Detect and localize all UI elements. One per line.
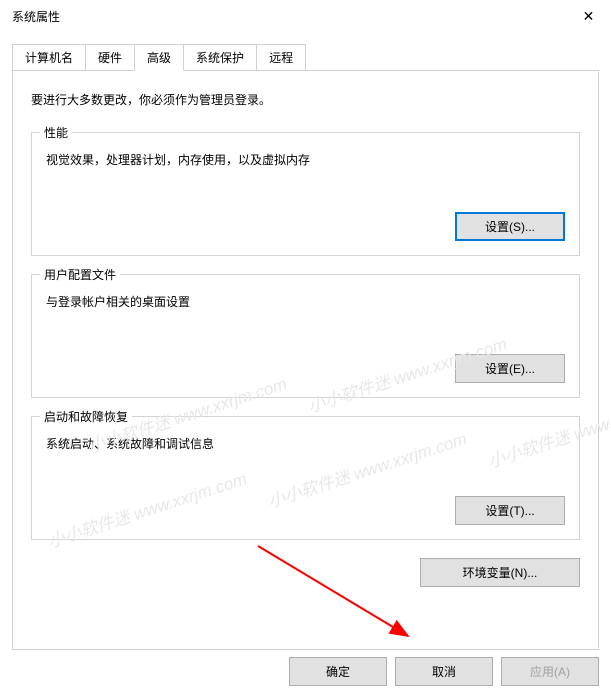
tab-area: 计算机名 硬件 高级 系统保护 远程 要进行大多数更改，你必须作为管理员登录。 …	[0, 44, 611, 650]
startup-recovery-legend: 启动和故障恢复	[40, 408, 132, 425]
env-vars-row: 环境变量(N)...	[31, 558, 580, 587]
user-profiles-btn-row: 设置(E)...	[46, 354, 565, 383]
ok-button[interactable]: 确定	[289, 657, 387, 686]
user-profiles-desc: 与登录帐户相关的桌面设置	[46, 293, 565, 310]
close-icon: ✕	[583, 8, 595, 25]
close-button[interactable]: ✕	[566, 0, 611, 32]
cancel-button[interactable]: 取消	[395, 657, 493, 686]
performance-group: 性能 视觉效果，处理器计划，内存使用，以及虚拟内存 设置(S)...	[31, 132, 580, 256]
tab-remote[interactable]: 远程	[256, 44, 306, 71]
startup-recovery-btn-row: 设置(T)...	[46, 496, 565, 525]
tab-system-protection[interactable]: 系统保护	[183, 44, 257, 71]
tab-content: 要进行大多数更改，你必须作为管理员登录。 性能 视觉效果，处理器计划，内存使用，…	[12, 70, 599, 650]
tabs-row: 计算机名 硬件 高级 系统保护 远程	[12, 44, 599, 71]
startup-recovery-group: 启动和故障恢复 系统启动、系统故障和调试信息 设置(T)...	[31, 416, 580, 540]
user-profiles-settings-button[interactable]: 设置(E)...	[455, 354, 565, 383]
window-title: 系统属性	[12, 8, 60, 25]
performance-settings-button[interactable]: 设置(S)...	[455, 212, 565, 241]
intro-text: 要进行大多数更改，你必须作为管理员登录。	[31, 91, 580, 108]
titlebar: 系统属性 ✕	[0, 0, 611, 32]
startup-recovery-desc: 系统启动、系统故障和调试信息	[46, 435, 565, 452]
performance-legend: 性能	[40, 124, 72, 141]
tab-computer-name[interactable]: 计算机名	[12, 44, 86, 71]
user-profiles-group: 用户配置文件 与登录帐户相关的桌面设置 设置(E)...	[31, 274, 580, 398]
tab-hardware[interactable]: 硬件	[85, 44, 135, 71]
performance-btn-row: 设置(S)...	[46, 212, 565, 241]
performance-desc: 视觉效果，处理器计划，内存使用，以及虚拟内存	[46, 151, 565, 168]
apply-button[interactable]: 应用(A)	[501, 657, 599, 686]
user-profiles-legend: 用户配置文件	[40, 266, 120, 283]
startup-recovery-settings-button[interactable]: 设置(T)...	[455, 496, 565, 525]
bottom-buttons: 确定 取消 应用(A)	[289, 657, 599, 686]
tab-advanced[interactable]: 高级	[134, 44, 184, 71]
environment-variables-button[interactable]: 环境变量(N)...	[420, 558, 580, 587]
